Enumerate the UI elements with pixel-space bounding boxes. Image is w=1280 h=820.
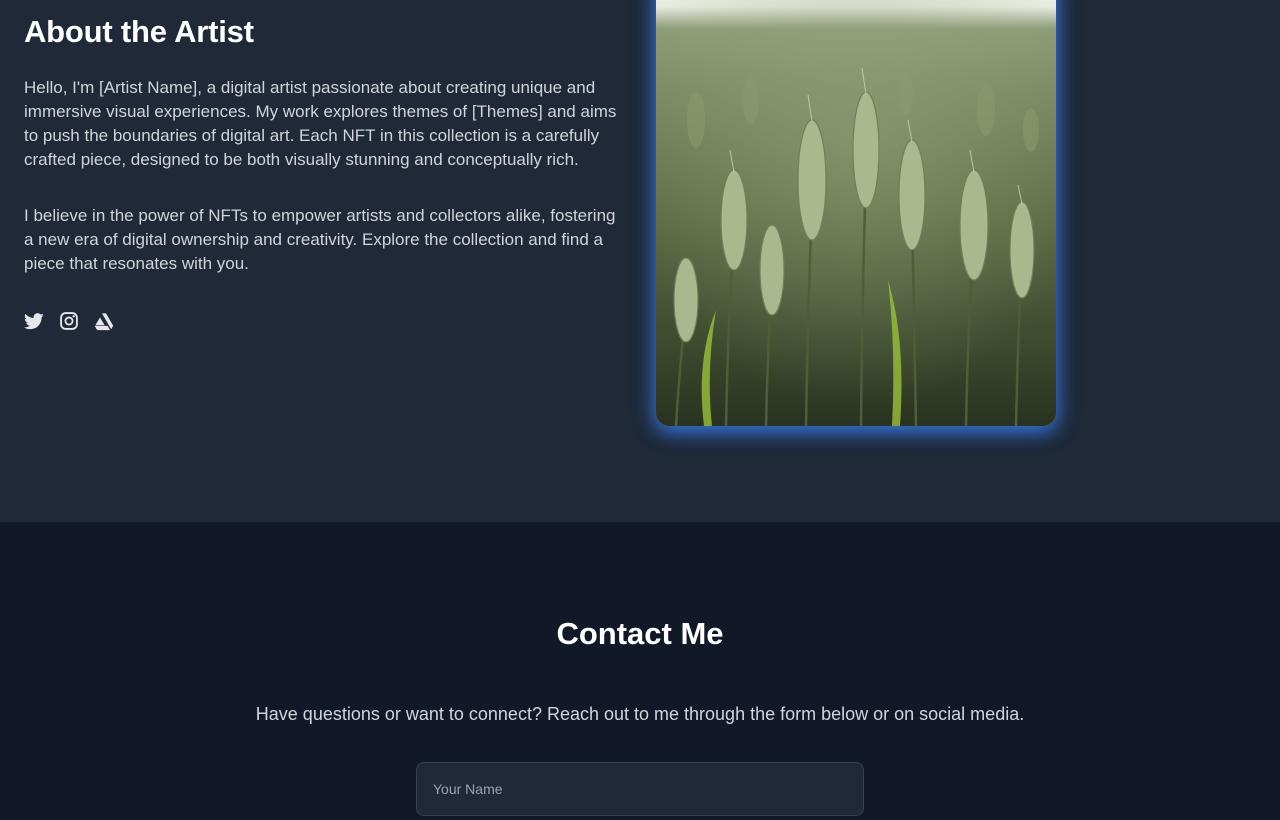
artstation-icon[interactable] <box>94 311 114 331</box>
about-section: About the Artist Hello, I'm [Artist Name… <box>0 0 1280 522</box>
artwork-image <box>656 0 1056 426</box>
about-paragraph-2: I believe in the power of NFTs to empowe… <box>24 206 616 273</box>
about-title: About the Artist <box>24 14 254 49</box>
about-paragraph-1: Hello, I'm [Artist Name], a digital arti… <box>24 78 617 169</box>
name-input[interactable] <box>416 762 864 816</box>
twitter-icon[interactable] <box>24 311 44 331</box>
social-links <box>24 311 114 331</box>
instagram-icon[interactable] <box>59 311 79 331</box>
contact-title: Contact Me <box>556 616 724 651</box>
contact-subtitle: Have questions or want to connect? Reach… <box>255 704 1025 724</box>
